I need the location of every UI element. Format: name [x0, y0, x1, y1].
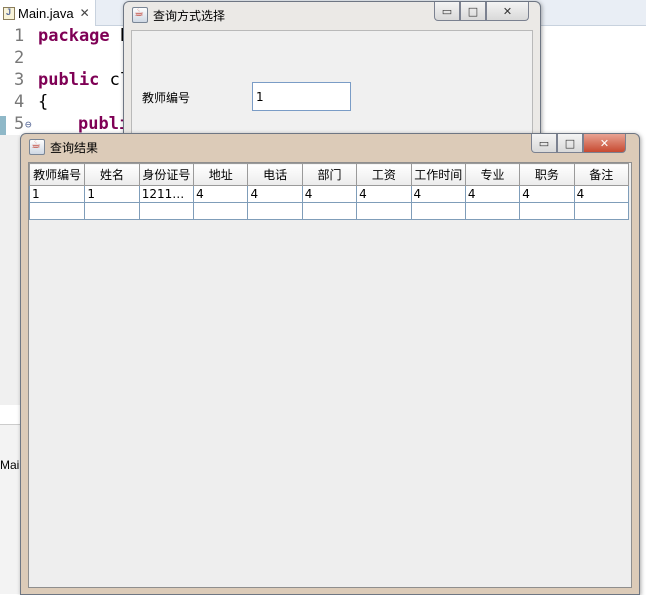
- table-cell[interactable]: [356, 202, 412, 220]
- column-header[interactable]: 备注: [573, 163, 630, 186]
- table-cell[interactable]: [84, 202, 140, 220]
- table-header-row: 教师编号 姓名 身份证号 地址 电话 部门 工资 工作时间 专业 职务 备注: [28, 163, 630, 186]
- column-header[interactable]: 教师编号: [28, 163, 86, 186]
- results-table[interactable]: 教师编号 姓名 身份证号 地址 电话 部门 工资 工作时间 专业 职务 备注 1 1 121192...…: [28, 163, 630, 220]
- table-cell[interactable]: [28, 202, 86, 220]
- bottom-panel-edge: [0, 424, 20, 594]
- table-cell[interactable]: [301, 202, 358, 220]
- table-cell[interactable]: 4: [410, 185, 466, 203]
- column-header[interactable]: 工作时间: [410, 163, 466, 186]
- table-cell[interactable]: 4: [247, 185, 303, 203]
- code-text: publi: [78, 114, 129, 134]
- query-type-title: 查询方式选择: [153, 8, 226, 23]
- table-cell[interactable]: 4: [356, 185, 412, 203]
- column-header[interactable]: 工资: [356, 163, 412, 186]
- code-keyword: package: [38, 26, 110, 46]
- teacher-id-label: 教师编号: [142, 91, 191, 105]
- maximize-icon: □: [564, 136, 576, 150]
- column-header[interactable]: 电话: [247, 163, 303, 186]
- editor-tab-label: Main.java: [18, 5, 74, 21]
- close-button[interactable]: ✕: [486, 2, 529, 21]
- minimize-icon: ▭: [538, 136, 550, 150]
- line-number: 1: [14, 26, 25, 46]
- query-type-content: 教师编号: [131, 30, 533, 150]
- maximize-button[interactable]: □: [460, 2, 486, 21]
- table-cell[interactable]: 1: [28, 185, 86, 203]
- maximize-icon: □: [467, 4, 479, 18]
- column-header[interactable]: 地址: [193, 163, 249, 186]
- table-row[interactable]: [28, 202, 630, 220]
- table-cell[interactable]: 4: [519, 185, 575, 203]
- query-results-window-controls: ▭ □ ✕: [531, 134, 626, 153]
- java-file-icon: [3, 6, 15, 20]
- close-icon: ✕: [599, 136, 610, 150]
- java-app-icon: [29, 138, 45, 155]
- close-icon: ✕: [502, 4, 513, 18]
- close-icon[interactable]: ✕: [80, 6, 90, 20]
- minimize-button[interactable]: ▭: [531, 134, 557, 153]
- code-text: {: [38, 92, 48, 112]
- query-results-title: 查询结果: [50, 140, 99, 155]
- java-app-icon: [132, 6, 148, 23]
- code-text: public cl: [38, 70, 130, 90]
- query-results-content: 教师编号 姓名 身份证号 地址 电话 部门 工资 工作时间 专业 职务 备注 1 1 121192...…: [28, 162, 632, 588]
- line-number: 3: [14, 70, 25, 90]
- line-number: 2: [14, 48, 25, 68]
- table-cell[interactable]: 4: [464, 185, 521, 203]
- table-cell[interactable]: [410, 202, 466, 220]
- table-cell[interactable]: [573, 202, 630, 220]
- column-header[interactable]: 部门: [301, 163, 358, 186]
- table-cell[interactable]: 4: [573, 185, 630, 203]
- line-number: 4: [14, 92, 25, 112]
- table-cell[interactable]: 4: [193, 185, 249, 203]
- column-header[interactable]: 姓名: [84, 163, 140, 186]
- table-cell[interactable]: [138, 202, 195, 220]
- table-cell[interactable]: 1: [84, 185, 140, 203]
- editor-tab-main-java[interactable]: Main.java ✕: [0, 0, 96, 26]
- column-header[interactable]: 身份证号: [138, 163, 195, 186]
- table-cell[interactable]: [247, 202, 303, 220]
- code-rest: {: [38, 92, 49, 112]
- column-header[interactable]: 专业: [464, 163, 521, 186]
- fold-collapse-icon[interactable]: ⊖: [25, 118, 32, 131]
- minimize-icon: ▭: [441, 4, 453, 18]
- code-keyword: public: [38, 70, 100, 90]
- table-cell[interactable]: [519, 202, 575, 220]
- query-type-dialog: 查询方式选择 ▭ □ ✕ 教师编号: [123, 1, 541, 151]
- code-text: package b: [38, 26, 130, 46]
- query-results-dialog: 查询结果 ▭ □ ✕ 教师编号姓名身份证号地址电话部门工资工作时间专业职务备注 …: [20, 133, 640, 595]
- maximize-button[interactable]: □: [557, 134, 583, 153]
- teacher-id-input[interactable]: [252, 82, 351, 111]
- table-cell[interactable]: [193, 202, 249, 220]
- column-header[interactable]: 职务: [519, 163, 575, 186]
- minimize-button[interactable]: ▭: [434, 2, 460, 21]
- close-button[interactable]: ✕: [583, 134, 626, 153]
- table-body: 1 1 121192... 4 4 4 4 4 4 4 4: [28, 185, 630, 220]
- table-cell[interactable]: 121192...: [138, 185, 195, 203]
- table-row[interactable]: 1 1 121192... 4 4 4 4 4 4 4 4: [28, 185, 630, 203]
- query-type-window-controls: ▭ □ ✕: [434, 2, 529, 21]
- table-cell[interactable]: [464, 202, 521, 220]
- table-cell[interactable]: 4: [301, 185, 358, 203]
- code-keyword: publi: [78, 114, 130, 134]
- left-panel-edge: [0, 135, 20, 405]
